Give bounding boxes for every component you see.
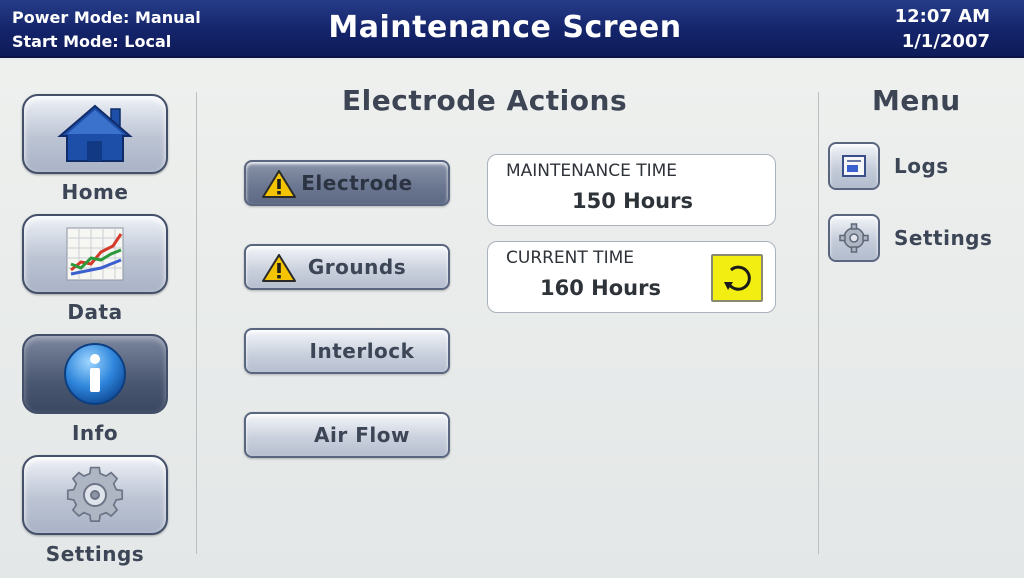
menu-settings-item[interactable]: Settings <box>828 214 1018 264</box>
nav-data-label: Data <box>67 300 123 324</box>
menu-logs-item[interactable]: Logs <box>828 142 1018 192</box>
menu-settings-label: Settings <box>894 226 993 250</box>
interlock-button[interactable]: Interlock <box>244 328 450 374</box>
nav-home-label: Home <box>61 180 129 204</box>
right-divider <box>818 92 819 554</box>
warning-icon <box>262 254 296 282</box>
maintenance-time-value: 150 Hours <box>572 189 693 213</box>
nav-info-label: Info <box>71 421 119 445</box>
menu-logs-button[interactable] <box>828 142 880 190</box>
nav-settings-label: Settings <box>45 542 145 566</box>
main-panel: Home Data Info Settings Electrode Action… <box>0 60 1024 578</box>
electrode-label: Electrode <box>301 171 413 195</box>
menu-logs-label: Logs <box>894 154 949 178</box>
warning-icon <box>262 170 296 198</box>
reset-time-button[interactable] <box>711 254 763 302</box>
current-time-label: CURRENT TIME <box>506 248 634 268</box>
gear-icon <box>839 223 869 253</box>
maintenance-time-label: MAINTENANCE TIME <box>506 161 678 181</box>
house-icon <box>57 104 133 162</box>
nav-settings-button[interactable] <box>22 455 168 535</box>
page-title: Maintenance Screen <box>328 10 682 45</box>
clock: 12:07 AM 1/1/2007 <box>895 4 990 54</box>
left-divider <box>196 92 197 554</box>
electrode-button[interactable]: Electrode <box>244 160 450 206</box>
nav-info-button[interactable] <box>22 334 168 414</box>
current-time-box: CURRENT TIME 160 Hours <box>487 241 776 313</box>
maintenance-time-box: MAINTENANCE TIME 150 Hours <box>487 154 776 226</box>
grounds-label: Grounds <box>307 255 407 279</box>
gear-icon <box>66 466 124 522</box>
logs-icon <box>842 155 866 177</box>
nav-data-button[interactable] <box>22 214 168 294</box>
interlock-label: Interlock <box>309 339 415 363</box>
grounds-button[interactable]: Grounds <box>244 244 450 290</box>
menu-title: Menu <box>872 84 961 117</box>
clock-time: 12:07 AM <box>894 6 990 27</box>
menu-settings-button[interactable] <box>828 214 880 262</box>
info-icon <box>64 343 126 405</box>
clock-date: 1/1/2007 <box>901 31 990 52</box>
reset-icon <box>724 265 751 291</box>
air-flow-label: Air Flow <box>314 423 410 447</box>
air-flow-button[interactable]: Air Flow <box>244 412 450 458</box>
actions-title: Electrode Actions <box>342 84 628 117</box>
nav-home-button[interactable] <box>22 94 168 174</box>
current-time-value: 160 Hours <box>540 276 661 300</box>
chart-icon <box>66 227 124 281</box>
header-bar: Power Mode: Manual Start Mode: Local Mai… <box>0 0 1024 58</box>
